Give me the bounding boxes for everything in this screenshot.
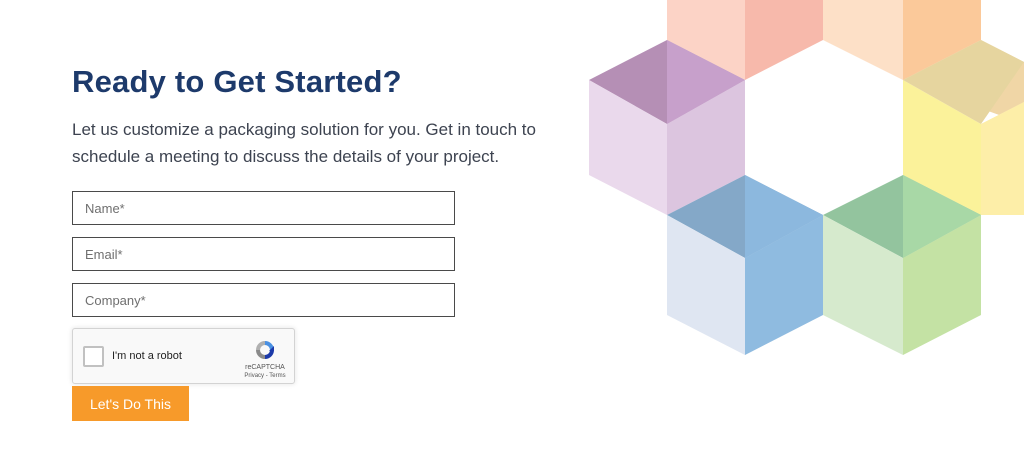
recaptcha-logo-icon — [256, 341, 274, 359]
name-field[interactable] — [72, 191, 455, 225]
recaptcha-checkbox[interactable] — [83, 346, 104, 367]
recaptcha-widget: I'm not a robot reCAPTCHA Privacy - Term… — [72, 328, 295, 384]
page-subtitle: Let us customize a packaging solution fo… — [72, 120, 536, 166]
recaptcha-privacy-terms-link[interactable]: Privacy - Terms — [239, 373, 291, 379]
company-field[interactable] — [72, 283, 455, 317]
submit-button[interactable]: Let's Do This — [72, 386, 189, 421]
hexagon-cubes-graphic — [589, 0, 1024, 355]
recaptcha-brand: reCAPTCHA — [245, 364, 285, 371]
recaptcha-label: I'm not a robot — [112, 350, 182, 362]
email-field[interactable] — [72, 237, 455, 271]
page-title: Ready to Get Started? — [72, 64, 402, 99]
